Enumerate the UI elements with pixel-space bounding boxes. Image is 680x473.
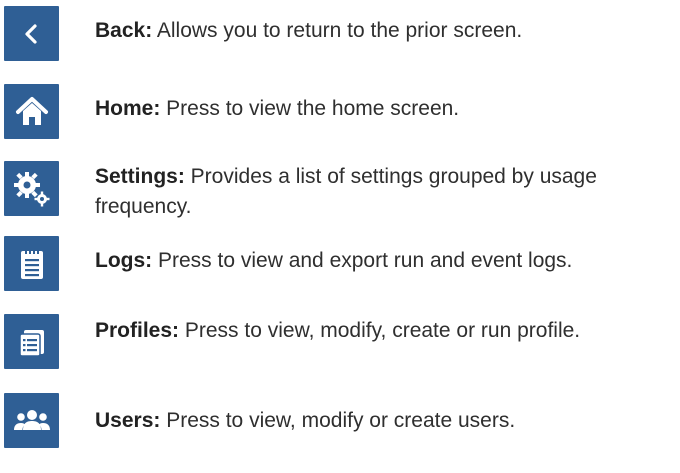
users-text: Press to view, modify or create users.: [160, 409, 516, 432]
users-term: Users:: [95, 409, 161, 432]
profiles-text: Press to view, modify, create or run pro…: [179, 319, 581, 342]
profiles-term: Profiles:: [95, 319, 180, 342]
profiles-description: Profiles: Press to view, modify, create …: [95, 316, 675, 346]
logs-description: Logs: Press to view and export run and e…: [95, 246, 675, 276]
back-text: Allows you to return to the prior screen…: [152, 19, 523, 42]
back-description: Back: Allows you to return to the prior …: [95, 16, 675, 46]
home-description: Home: Press to view the home screen.: [95, 94, 675, 124]
clipboard-log-icon: [4, 236, 59, 291]
gears-icon: [4, 161, 59, 216]
profiles-list-icon: [4, 314, 59, 369]
users-group-icon: [4, 393, 59, 448]
back-term: Back:: [95, 19, 153, 42]
home-icon: [4, 84, 59, 139]
users-description: Users: Press to view, modify or create u…: [95, 406, 675, 436]
home-text: Press to view the home screen.: [160, 97, 460, 120]
back-chevron-icon: [4, 6, 59, 61]
settings-term: Settings:: [95, 165, 185, 188]
logs-text: Press to view and export run and event l…: [152, 249, 573, 272]
logs-term: Logs:: [95, 249, 153, 272]
home-term: Home:: [95, 97, 161, 120]
settings-description: Settings: Provides a list of settings gr…: [95, 162, 675, 222]
